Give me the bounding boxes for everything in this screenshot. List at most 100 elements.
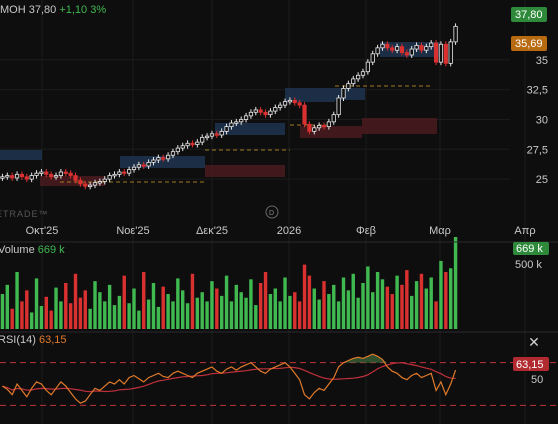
- volume-bar: [146, 299, 151, 329]
- volume-bar: [107, 284, 112, 329]
- candle-body: [78, 179, 83, 185]
- price-axis-tick: 30: [536, 114, 548, 126]
- volume-axis-tick: 500 k: [515, 259, 542, 271]
- volume-bar: [54, 287, 58, 329]
- volume-bar: [44, 296, 48, 329]
- volume-bar: [205, 301, 209, 329]
- volume-bar: [390, 294, 394, 329]
- volume-bar: [268, 294, 273, 329]
- candle-body: [253, 109, 258, 113]
- time-axis-tick: Νοε'25: [116, 225, 149, 237]
- volume-bar: [380, 279, 385, 329]
- volume-bar: [283, 277, 287, 329]
- price-axis-tick: 32,5: [527, 85, 548, 97]
- candle-body: [229, 122, 234, 128]
- candle-body: [200, 136, 205, 143]
- volume-bar: [414, 281, 419, 329]
- volume-bar: [297, 301, 302, 329]
- candle-body: [429, 42, 434, 48]
- candle-body: [180, 145, 185, 149]
- candle-body: [68, 172, 73, 176]
- volume-bar: [15, 271, 19, 329]
- candle-body: [175, 147, 180, 153]
- candle-body: [195, 141, 200, 145]
- volume-bar: [444, 271, 448, 329]
- price-axis-tick: 35: [536, 55, 548, 67]
- volume-bar: [239, 292, 243, 329]
- candle-body: [360, 71, 366, 76]
- candle-body: [278, 104, 283, 108]
- candle-body: [161, 157, 166, 160]
- candle-body: [399, 46, 405, 54]
- candle-body: [312, 127, 317, 132]
- volume-bar: [258, 283, 263, 329]
- candle-body: [224, 126, 229, 132]
- candle-body: [282, 101, 288, 106]
- svg-text:37,80: 37,80: [515, 9, 543, 21]
- candle-body: [156, 157, 161, 161]
- chart-root: 35 32,5 30 27,5 25 Οκτ'25 Νοε'25 Δεκ'25 2026 Φεβ…: [0, 0, 558, 424]
- candle-body: [44, 171, 49, 175]
- candle-body: [404, 52, 409, 56]
- candle-body: [234, 121, 239, 124]
- volume-bar: [278, 301, 282, 329]
- candle-body: [385, 43, 390, 49]
- volume-bar: [39, 306, 44, 329]
- volume-bar: [332, 284, 336, 329]
- rsi-overbought-fill: [2, 354, 456, 363]
- volume-bar: [64, 283, 68, 329]
- svg-text:669 k: 669 k: [516, 243, 543, 255]
- volume-bar: [132, 288, 136, 329]
- volume-bar: [93, 281, 97, 329]
- candle-body: [53, 175, 59, 178]
- chart-canvas[interactable]: 35 32,5 30 27,5 25 Οκτ'25 Νοε'25 Δεκ'25 2026 Φεβ…: [0, 0, 558, 424]
- candle-body: [414, 45, 419, 50]
- volume-bar: [49, 310, 53, 329]
- volume-bar: [29, 312, 34, 329]
- volume-bar: [195, 297, 200, 329]
- volume-bar: [254, 305, 258, 329]
- volume-bar: [385, 286, 390, 329]
- volume-bar: [142, 271, 146, 329]
- volume-bar: [361, 283, 365, 329]
- volume-bar: [448, 268, 453, 329]
- candle-body: [336, 97, 341, 116]
- volume-bar: [234, 284, 239, 329]
- volume-bar: [122, 275, 126, 329]
- volume-bar: [103, 301, 107, 329]
- volume-bar: [171, 301, 175, 329]
- candle-body: [351, 78, 356, 85]
- volume-bar: [302, 264, 307, 329]
- volume-bar: [224, 275, 229, 329]
- candle-body: [448, 41, 453, 64]
- candle-body: [117, 171, 122, 175]
- time-axis-tick: Μαρ: [429, 225, 451, 237]
- close-icon[interactable]: ✕: [527, 335, 541, 349]
- candle-body: [102, 178, 107, 182]
- header-symbol: MOH 37,80 +1,10 3%: [0, 4, 106, 16]
- price-axis-tick: 25: [536, 174, 548, 186]
- candle-body: [356, 74, 361, 80]
- time-axis-tick: Φεβ: [356, 225, 376, 237]
- volume-bar: [346, 290, 351, 329]
- watermark: ETRADE™: [0, 209, 49, 219]
- volume-bar: [366, 266, 370, 329]
- time-axis-tick: Δεκ'25: [196, 225, 228, 237]
- volume-bar: [439, 260, 443, 329]
- candle-body: [453, 25, 458, 43]
- volume-bar: [273, 288, 277, 329]
- volume-bar: [88, 308, 92, 329]
- candle-body: [317, 125, 322, 129]
- candle-body: [394, 46, 400, 51]
- candle-body: [63, 171, 68, 174]
- candle-body: [10, 175, 15, 179]
- rsi-axis-tick: 50: [531, 374, 543, 386]
- time-axis: Οκτ'25 Νοε'25 Δεκ'25 2026 Φεβ Μαρ Απρ: [26, 225, 536, 237]
- volume-bar: [151, 283, 156, 329]
- candle-body: [419, 45, 424, 51]
- volume-bar: [73, 273, 78, 329]
- candle-body: [424, 46, 429, 51]
- candle-body: [263, 111, 268, 116]
- volume-bar: [117, 295, 122, 329]
- volume-bar: [249, 279, 253, 329]
